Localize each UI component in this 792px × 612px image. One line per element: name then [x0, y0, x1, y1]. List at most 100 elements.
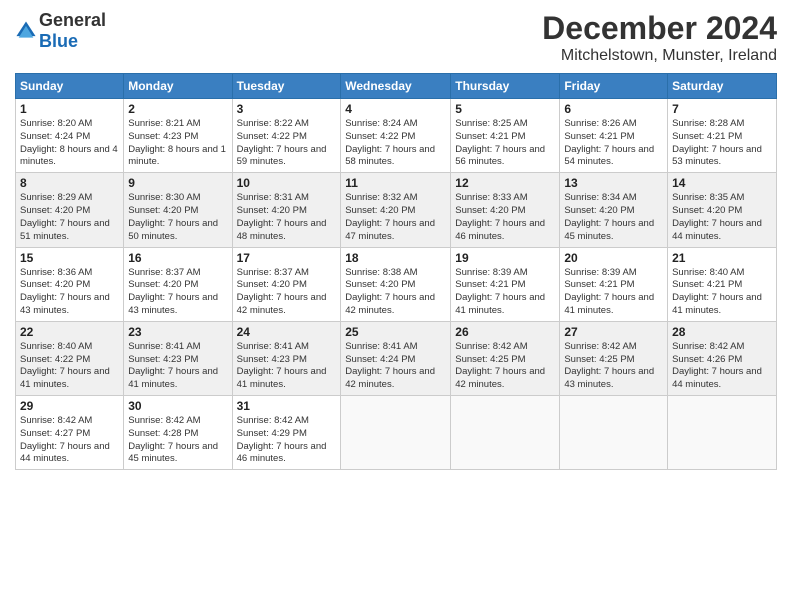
- sunrise: Sunrise: 8:22 AM: [237, 118, 309, 129]
- sunrise: Sunrise: 8:26 AM: [564, 118, 636, 129]
- day-number: 20: [564, 251, 663, 265]
- calendar-cell: 23 Sunrise: 8:41 AM Sunset: 4:23 PM Dayl…: [124, 321, 232, 395]
- sunset: Sunset: 4:20 PM: [455, 205, 525, 216]
- col-header-wednesday: Wednesday: [341, 74, 451, 99]
- calendar-cell: [451, 396, 560, 470]
- day-number: 25: [345, 325, 446, 339]
- daylight: Daylight: 7 hours and 43 minutes.: [20, 292, 110, 316]
- sunset: Sunset: 4:22 PM: [237, 131, 307, 142]
- col-header-saturday: Saturday: [668, 74, 777, 99]
- sunrise: Sunrise: 8:29 AM: [20, 192, 92, 203]
- day-info: Sunrise: 8:39 AM Sunset: 4:21 PM Dayligh…: [564, 267, 663, 318]
- calendar-week-2: 8 Sunrise: 8:29 AM Sunset: 4:20 PM Dayli…: [16, 173, 777, 247]
- calendar-cell: 14 Sunrise: 8:35 AM Sunset: 4:20 PM Dayl…: [668, 173, 777, 247]
- day-info: Sunrise: 8:31 AM Sunset: 4:20 PM Dayligh…: [237, 192, 337, 243]
- calendar-cell: 15 Sunrise: 8:36 AM Sunset: 4:20 PM Dayl…: [16, 247, 124, 321]
- calendar-cell: 30 Sunrise: 8:42 AM Sunset: 4:28 PM Dayl…: [124, 396, 232, 470]
- sunrise: Sunrise: 8:41 AM: [128, 341, 200, 352]
- calendar-cell: 26 Sunrise: 8:42 AM Sunset: 4:25 PM Dayl…: [451, 321, 560, 395]
- day-info: Sunrise: 8:35 AM Sunset: 4:20 PM Dayligh…: [672, 192, 772, 243]
- day-info: Sunrise: 8:37 AM Sunset: 4:20 PM Dayligh…: [237, 267, 337, 318]
- sunrise: Sunrise: 8:34 AM: [564, 192, 636, 203]
- daylight: Daylight: 8 hours and 1 minute.: [128, 144, 226, 168]
- day-number: 22: [20, 325, 119, 339]
- sunrise: Sunrise: 8:41 AM: [345, 341, 417, 352]
- sunset: Sunset: 4:23 PM: [237, 354, 307, 365]
- daylight: Daylight: 7 hours and 41 minutes.: [128, 366, 218, 390]
- day-info: Sunrise: 8:42 AM Sunset: 4:26 PM Dayligh…: [672, 341, 772, 392]
- sunrise: Sunrise: 8:39 AM: [564, 267, 636, 278]
- calendar-cell: [668, 396, 777, 470]
- day-number: 26: [455, 325, 555, 339]
- sunrise: Sunrise: 8:40 AM: [672, 267, 744, 278]
- daylight: Daylight: 7 hours and 42 minutes.: [345, 366, 435, 390]
- calendar-cell: 10 Sunrise: 8:31 AM Sunset: 4:20 PM Dayl…: [232, 173, 341, 247]
- calendar-week-5: 29 Sunrise: 8:42 AM Sunset: 4:27 PM Dayl…: [16, 396, 777, 470]
- day-info: Sunrise: 8:22 AM Sunset: 4:22 PM Dayligh…: [237, 118, 337, 169]
- calendar-cell: [341, 396, 451, 470]
- calendar-cell: 21 Sunrise: 8:40 AM Sunset: 4:21 PM Dayl…: [668, 247, 777, 321]
- sunrise: Sunrise: 8:37 AM: [128, 267, 200, 278]
- sunset: Sunset: 4:21 PM: [672, 279, 742, 290]
- sunrise: Sunrise: 8:36 AM: [20, 267, 92, 278]
- day-number: 10: [237, 176, 337, 190]
- calendar-cell: 4 Sunrise: 8:24 AM Sunset: 4:22 PM Dayli…: [341, 99, 451, 173]
- day-number: 16: [128, 251, 227, 265]
- day-number: 3: [237, 102, 337, 116]
- col-header-sunday: Sunday: [16, 74, 124, 99]
- day-number: 11: [345, 176, 446, 190]
- calendar-cell: [560, 396, 668, 470]
- page: General Blue December 2024 Mitchelstown,…: [0, 0, 792, 612]
- sunrise: Sunrise: 8:21 AM: [128, 118, 200, 129]
- sunrise: Sunrise: 8:31 AM: [237, 192, 309, 203]
- day-info: Sunrise: 8:42 AM Sunset: 4:27 PM Dayligh…: [20, 415, 119, 466]
- day-number: 1: [20, 102, 119, 116]
- sunrise: Sunrise: 8:42 AM: [20, 415, 92, 426]
- day-info: Sunrise: 8:20 AM Sunset: 4:24 PM Dayligh…: [20, 118, 119, 169]
- calendar-cell: 2 Sunrise: 8:21 AM Sunset: 4:23 PM Dayli…: [124, 99, 232, 173]
- daylight: Daylight: 7 hours and 47 minutes.: [345, 218, 435, 242]
- sunrise: Sunrise: 8:41 AM: [237, 341, 309, 352]
- sunrise: Sunrise: 8:33 AM: [455, 192, 527, 203]
- sunset: Sunset: 4:21 PM: [564, 131, 634, 142]
- sunrise: Sunrise: 8:40 AM: [20, 341, 92, 352]
- day-number: 21: [672, 251, 772, 265]
- day-number: 31: [237, 399, 337, 413]
- day-number: 17: [237, 251, 337, 265]
- sunset: Sunset: 4:20 PM: [564, 205, 634, 216]
- daylight: Daylight: 7 hours and 50 minutes.: [128, 218, 218, 242]
- col-header-thursday: Thursday: [451, 74, 560, 99]
- daylight: Daylight: 7 hours and 45 minutes.: [564, 218, 654, 242]
- day-info: Sunrise: 8:41 AM Sunset: 4:23 PM Dayligh…: [237, 341, 337, 392]
- day-number: 14: [672, 176, 772, 190]
- day-number: 19: [455, 251, 555, 265]
- day-info: Sunrise: 8:25 AM Sunset: 4:21 PM Dayligh…: [455, 118, 555, 169]
- day-info: Sunrise: 8:42 AM Sunset: 4:25 PM Dayligh…: [455, 341, 555, 392]
- daylight: Daylight: 7 hours and 44 minutes.: [672, 218, 762, 242]
- sunrise: Sunrise: 8:25 AM: [455, 118, 527, 129]
- daylight: Daylight: 7 hours and 46 minutes.: [237, 441, 327, 465]
- sunset: Sunset: 4:20 PM: [672, 205, 742, 216]
- calendar-cell: 7 Sunrise: 8:28 AM Sunset: 4:21 PM Dayli…: [668, 99, 777, 173]
- day-info: Sunrise: 8:41 AM Sunset: 4:24 PM Dayligh…: [345, 341, 446, 392]
- daylight: Daylight: 7 hours and 41 minutes.: [672, 292, 762, 316]
- logo-text-general: General: [39, 10, 106, 30]
- day-info: Sunrise: 8:38 AM Sunset: 4:20 PM Dayligh…: [345, 267, 446, 318]
- daylight: Daylight: 8 hours and 4 minutes.: [20, 144, 118, 168]
- calendar-cell: 29 Sunrise: 8:42 AM Sunset: 4:27 PM Dayl…: [16, 396, 124, 470]
- daylight: Daylight: 7 hours and 42 minutes.: [237, 292, 327, 316]
- sunrise: Sunrise: 8:42 AM: [564, 341, 636, 352]
- daylight: Daylight: 7 hours and 43 minutes.: [564, 366, 654, 390]
- sunset: Sunset: 4:21 PM: [672, 131, 742, 142]
- sunset: Sunset: 4:20 PM: [128, 279, 198, 290]
- day-info: Sunrise: 8:33 AM Sunset: 4:20 PM Dayligh…: [455, 192, 555, 243]
- sunset: Sunset: 4:22 PM: [345, 131, 415, 142]
- day-info: Sunrise: 8:32 AM Sunset: 4:20 PM Dayligh…: [345, 192, 446, 243]
- calendar-cell: 9 Sunrise: 8:30 AM Sunset: 4:20 PM Dayli…: [124, 173, 232, 247]
- day-number: 29: [20, 399, 119, 413]
- page-title: December 2024: [542, 10, 777, 47]
- calendar-cell: 27 Sunrise: 8:42 AM Sunset: 4:25 PM Dayl…: [560, 321, 668, 395]
- calendar-cell: 19 Sunrise: 8:39 AM Sunset: 4:21 PM Dayl…: [451, 247, 560, 321]
- col-header-monday: Monday: [124, 74, 232, 99]
- day-number: 13: [564, 176, 663, 190]
